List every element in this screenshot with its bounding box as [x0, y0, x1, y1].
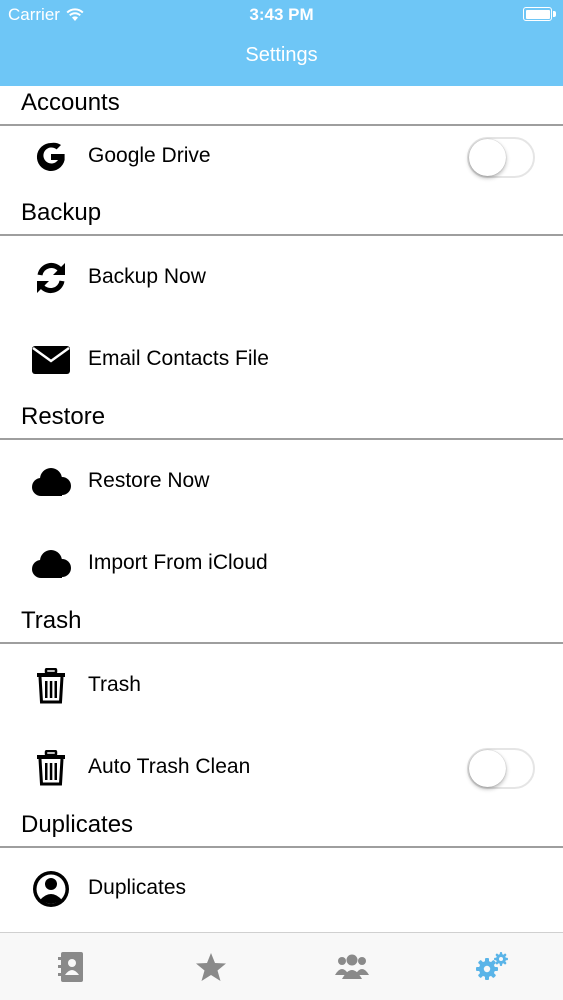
row-email-contacts-file[interactable]: Email Contacts File [0, 330, 563, 390]
tab-bar [0, 932, 563, 1000]
envelope-icon [30, 341, 72, 379]
group-icon [335, 954, 369, 979]
auto-trash-clean-toggle[interactable] [467, 748, 535, 789]
gears-icon [476, 952, 508, 980]
user-circle-icon [30, 870, 72, 908]
section-title: Accounts [21, 89, 120, 116]
tab-favorites[interactable] [191, 947, 231, 987]
section-title: Trash [21, 607, 82, 634]
section-header-backup: Backup [0, 196, 563, 236]
row-label: Auto Trash Clean [88, 755, 251, 778]
row-trash[interactable]: Trash [0, 656, 563, 716]
section-header-duplicates: Duplicates [0, 808, 563, 848]
contacts-book-icon [58, 952, 83, 982]
row-label: Restore Now [88, 469, 210, 492]
toggle-knob [469, 750, 506, 787]
row-label: Duplicates [88, 876, 187, 899]
row-label: Backup Now [88, 265, 206, 288]
page-title: Settings [245, 44, 318, 66]
row-auto-trash-clean[interactable]: Auto Trash Clean [0, 738, 563, 798]
battery-icon [523, 7, 556, 21]
trash-icon [30, 667, 72, 705]
row-google-drive[interactable]: Google Drive [0, 127, 563, 187]
section-header-trash: Trash [0, 604, 563, 644]
google-icon [30, 138, 72, 176]
sync-icon [30, 259, 72, 297]
navigation-header: Carrier 3:43 PM Settings [0, 0, 563, 86]
trash-icon [30, 749, 72, 787]
toggle-knob [469, 139, 506, 176]
section-title: Backup [21, 199, 102, 226]
row-label: Email Contacts File [88, 347, 269, 370]
row-import-from-icloud[interactable]: Import From iCloud [0, 534, 563, 594]
section-header-restore: Restore [0, 400, 563, 440]
section-title: Duplicates [21, 811, 134, 838]
star-icon [196, 953, 226, 981]
google-drive-toggle[interactable] [467, 137, 535, 178]
status-time: 3:43 PM [249, 5, 314, 24]
row-backup-now[interactable]: Backup Now [0, 248, 563, 308]
row-restore-now[interactable]: Restore Now [0, 452, 563, 512]
row-label: Google Drive [88, 144, 211, 167]
section-header-accounts: Accounts [0, 86, 563, 126]
row-duplicates[interactable]: Duplicates [0, 859, 563, 919]
cloud-icon [30, 463, 72, 501]
tab-groups[interactable] [332, 947, 372, 987]
row-label: Import From iCloud [88, 551, 268, 574]
section-title: Restore [21, 403, 106, 430]
row-label: Trash [88, 673, 141, 696]
status-bar: Carrier 3:43 PM [0, 0, 563, 30]
cloud-icon [30, 545, 72, 583]
tab-settings[interactable] [472, 947, 512, 987]
tab-contacts[interactable] [51, 947, 91, 987]
